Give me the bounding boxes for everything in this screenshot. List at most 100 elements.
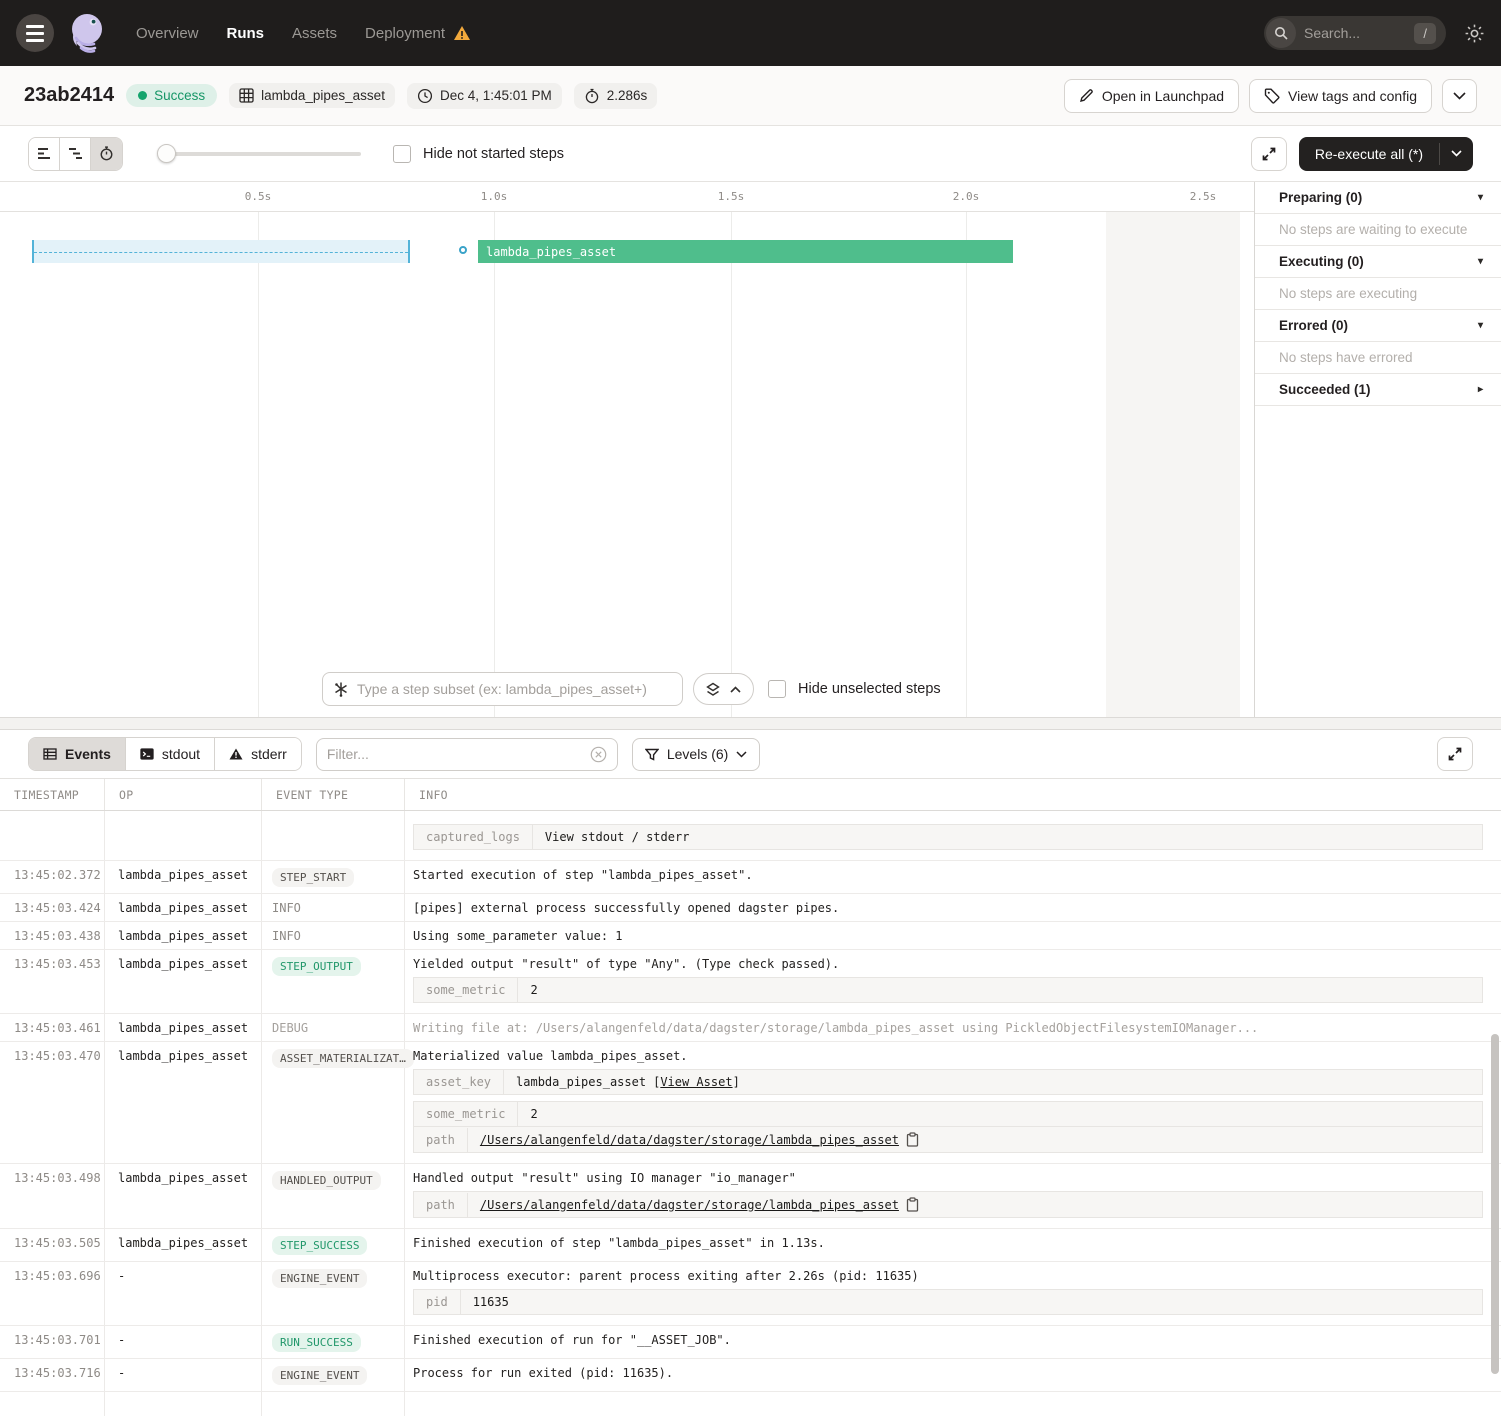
duration-tag[interactable]: 2.286s — [574, 83, 658, 109]
hide-unselected-control[interactable]: Hide unselected steps — [768, 680, 941, 698]
gantt-step-bar[interactable]: lambda_pipes_asset — [478, 240, 1013, 263]
status-badge[interactable]: Success — [126, 84, 217, 107]
timestamp-cell[interactable]: 13:45:03.424 — [0, 894, 105, 921]
event-type-cell: ENGINE_EVENT — [262, 1359, 405, 1391]
copy-icon[interactable] — [906, 1132, 919, 1147]
metadata-value: /Users/alangenfeld/data/dagster/storage/… — [468, 1127, 931, 1152]
nav-item-runs[interactable]: Runs — [227, 25, 265, 42]
reexecute-dropdown-button[interactable] — [1440, 137, 1473, 171]
tab-stderr[interactable]: stderr — [215, 738, 301, 770]
panel-divider[interactable] — [0, 717, 1501, 730]
run-actions-dropdown-button[interactable] — [1442, 79, 1477, 113]
timed-view-button[interactable] — [91, 138, 122, 170]
log-filter-input[interactable] — [327, 746, 590, 762]
log-filter-box[interactable] — [316, 738, 618, 771]
status-section-title: Errored (0) — [1279, 318, 1348, 333]
log-filler-row — [0, 1392, 1501, 1416]
dagster-logo-icon[interactable] — [64, 10, 108, 56]
status-section: Succeeded (1) ▸ — [1255, 374, 1501, 406]
gear-icon[interactable] — [1464, 23, 1485, 44]
hide-not-started-control[interactable]: Hide not started steps — [393, 145, 564, 163]
chevron-up-icon — [730, 686, 741, 693]
search-shortcut-key: / — [1414, 23, 1436, 44]
clear-filter-icon[interactable] — [590, 746, 607, 763]
log-scrollbar[interactable] — [1491, 1034, 1499, 1374]
timestamp-cell[interactable]: 13:45:03.438 — [0, 922, 105, 949]
gantt-expand-button[interactable] — [1251, 137, 1287, 171]
zoom-slider[interactable] — [159, 152, 361, 156]
timestamp-cell[interactable]: 13:45:03.461 — [0, 1014, 105, 1041]
path-link[interactable]: /Users/alangenfeld/data/dagster/storage/… — [480, 1198, 899, 1212]
metadata-value: 2 — [518, 1102, 549, 1126]
stderr-warning-icon — [229, 748, 243, 760]
job-tag[interactable]: lambda_pipes_asset — [229, 83, 395, 108]
log-row: 13:45:03.470 lambda_pipes_asset ASSET_MATE… — [0, 1042, 1501, 1164]
terminal-icon — [140, 748, 154, 760]
reexecute-all-button[interactable]: Re-execute all (*) — [1299, 137, 1473, 171]
status-section-header[interactable]: Preparing (0)▾ — [1255, 182, 1501, 213]
view-tags-config-button[interactable]: View tags and config — [1249, 79, 1432, 113]
menu-icon[interactable] — [16, 14, 54, 52]
timestamp-cell[interactable]: 13:45:02.372 — [0, 861, 105, 893]
hide-unselected-checkbox[interactable] — [768, 680, 786, 698]
metadata-row: pid11635 — [413, 1289, 1483, 1315]
open-in-launchpad-button[interactable]: Open in Launchpad — [1064, 79, 1239, 113]
info-cell: Using some_parameter value: 1 — [405, 922, 1501, 949]
nav-item-assets[interactable]: Assets — [292, 25, 337, 42]
asset-key-value: lambda_pipes_asset — [516, 1075, 646, 1089]
search-box[interactable]: / — [1264, 16, 1446, 50]
levels-dropdown-button[interactable]: Levels (6) — [632, 738, 760, 771]
info-cell: Multiprocess executor: parent process ex… — [405, 1262, 1501, 1325]
hide-not-started-checkbox[interactable] — [393, 145, 411, 163]
timestamp-cell[interactable]: 13:45:03.716 — [0, 1359, 105, 1391]
step-subset-input[interactable] — [357, 681, 672, 697]
log-expand-button[interactable] — [1437, 737, 1473, 771]
tab-stdout[interactable]: stdout — [126, 738, 215, 770]
table-icon — [43, 748, 57, 760]
caret-right-icon: ▸ — [1478, 384, 1483, 395]
nav-item-deployment[interactable]: Deployment — [365, 25, 471, 42]
log-row: 13:45:03.696-ENGINE_EVENTMultiprocess ex… — [0, 1262, 1501, 1326]
copy-icon[interactable] — [906, 1197, 919, 1212]
op-cell: lambda_pipes_asset — [105, 1014, 262, 1041]
timestamp-cell[interactable]: 13:45:03.701 — [0, 1326, 105, 1358]
status-section-header[interactable]: Succeeded (1) ▸ — [1255, 374, 1501, 405]
timestamp-cell[interactable]: 13:45:03.470 — [0, 1042, 105, 1163]
op-cell: lambda_pipes_asset — [105, 950, 262, 1013]
status-section-header[interactable]: Errored (0) ▾ — [1255, 310, 1501, 341]
path-link[interactable]: /Users/alangenfeld/data/dagster/storage/… — [480, 1133, 899, 1147]
search-input[interactable] — [1296, 25, 1414, 41]
metadata-key: asset_key — [414, 1070, 504, 1094]
event-type-cell: STEP_START — [262, 861, 405, 893]
time-tick-label: 2.5s — [1190, 190, 1217, 203]
info-cell: Handled output "result" using IO manager… — [405, 1164, 1501, 1228]
timestamp-cell[interactable]: 13:45:03.696 — [0, 1262, 105, 1325]
column-header: TIMESTAMP — [0, 779, 105, 810]
graph-query-toggle-button[interactable] — [693, 673, 754, 705]
metadata-table: path/Users/alangenfeld/data/dagster/stor… — [413, 1191, 1485, 1218]
info-text: Started execution of step "lambda_pipes_… — [413, 868, 1485, 882]
nav-item-overview[interactable]: Overview — [136, 25, 199, 42]
step-subset-box[interactable] — [322, 672, 683, 706]
info-cell: Finished execution of run for "__ASSET_J… — [405, 1326, 1501, 1358]
flat-view-button[interactable] — [29, 138, 60, 170]
gridline — [966, 212, 967, 717]
view-asset-link[interactable]: View Asset — [660, 1075, 732, 1089]
timestamp-cell[interactable]: 13:45:03.505 — [0, 1229, 105, 1261]
timestamp-cell[interactable]: 13:45:03.498 — [0, 1164, 105, 1228]
waterfall-view-button[interactable] — [60, 138, 91, 170]
status-section-title: Succeeded (1) — [1279, 382, 1371, 397]
time-tick-label: 2.0s — [953, 190, 980, 203]
start-time-tag[interactable]: Dec 4, 1:45:01 PM — [407, 83, 562, 109]
status-dot-icon — [138, 91, 147, 100]
zoom-slider-handle[interactable] — [157, 144, 176, 163]
op-cell: - — [105, 1326, 262, 1358]
event-type-badge: STEP_OUTPUT — [272, 957, 361, 976]
timestamp-cell[interactable] — [0, 811, 105, 860]
event-type-cell: ASSET_MATERIALIZAT… — [262, 1042, 405, 1163]
status-section-header[interactable]: Executing (0)▾ — [1255, 246, 1501, 277]
tab-events[interactable]: Events — [29, 738, 126, 770]
log-toolbar: Events stdout stderr Levels (6) — [0, 730, 1501, 778]
caret-down-icon: ▾ — [1478, 320, 1483, 331]
timestamp-cell[interactable]: 13:45:03.453 — [0, 950, 105, 1013]
